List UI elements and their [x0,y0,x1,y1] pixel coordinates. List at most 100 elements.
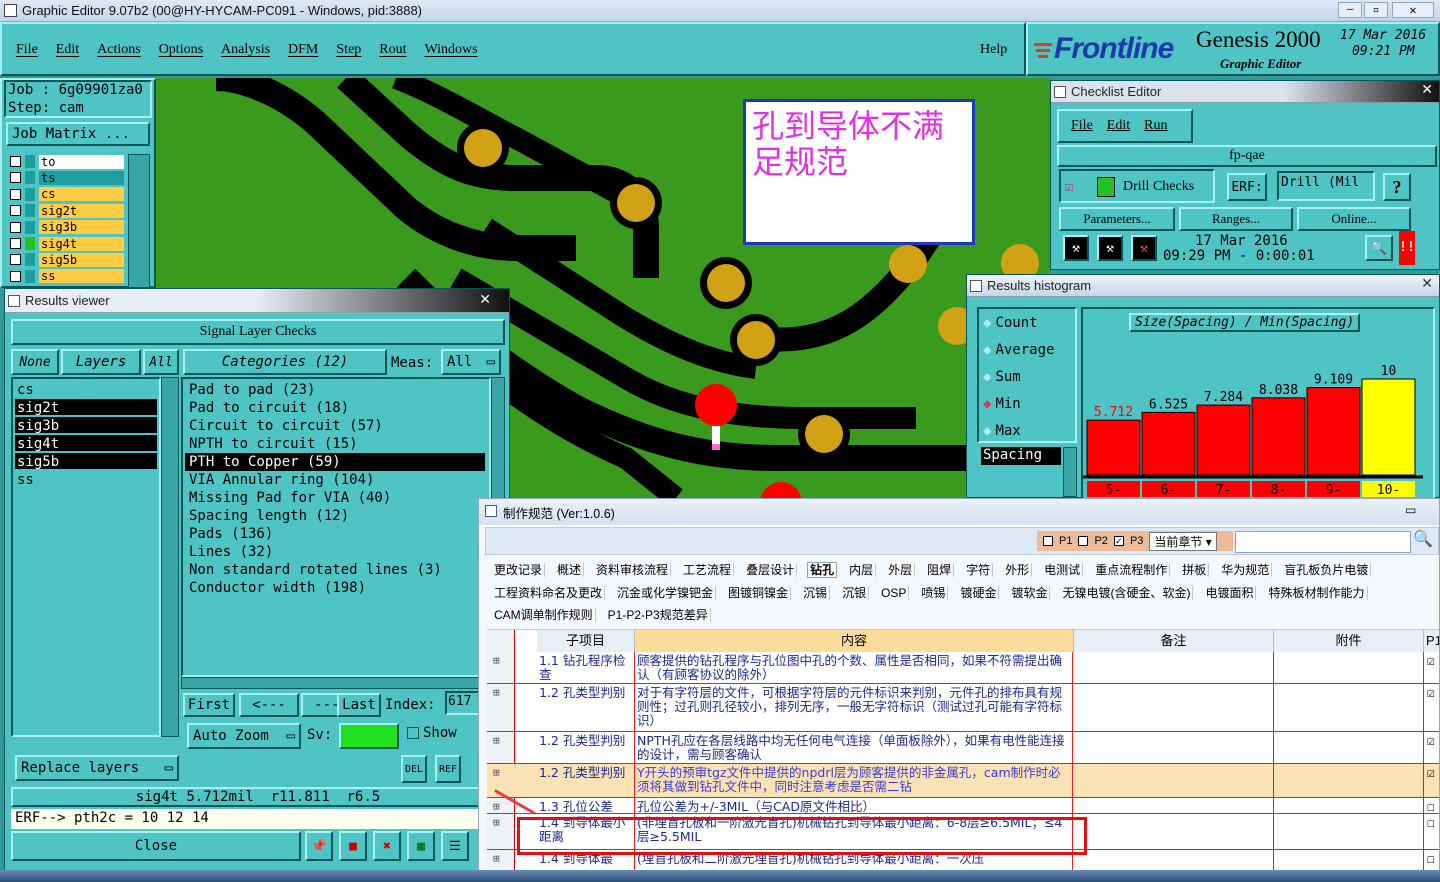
spec-tab[interactable]: 工艺流程 [681,563,735,577]
histogram-close-icon[interactable]: ✕ [1421,275,1433,292]
spec-tab[interactable]: 电镀面积 [1203,586,1257,600]
prev-button[interactable]: <--- [239,693,299,717]
spec-tab[interactable]: 图镀铜镍金 [726,586,792,600]
spec-tab[interactable]: 字符 [964,563,994,577]
meas-select[interactable]: All ▭ [441,349,501,375]
histogram-mode-sum[interactable]: ◆ Sum [983,369,1021,385]
spec-tab[interactable]: 外层 [886,563,916,577]
spec-tab[interactable]: 特殊板材制作能力 [1266,586,1368,600]
result-category-item[interactable]: Spacing length (12) [185,507,485,525]
layer-row-ts[interactable]: ts [6,170,124,185]
spec-tab[interactable]: P1-P2-P3规范差异 [605,608,711,622]
p3-checkbox[interactable]: ✓ [1113,536,1124,546]
result-category-item[interactable]: Pad to pad (23) [185,381,485,399]
run-icon[interactable]: ⚒ [1063,235,1089,261]
item-checkbox[interactable]: ☑ [1065,179,1073,195]
help-button[interactable]: ? [1383,173,1411,201]
layer-checkbox[interactable] [10,172,21,184]
zoom-icon[interactable]: 🔍 [1365,235,1393,261]
result-layer-item[interactable]: sig4t [15,435,157,452]
histogram-category[interactable]: Spacing [981,447,1061,465]
spec-row[interactable]: ⊞ 1.2 孔类型判别 对于有字符层的文件，可根据字符层的元件标识来判别，元件孔的排… [487,684,1439,732]
result-category-item[interactable]: Pads (136) [185,525,485,543]
spec-tab[interactable]: 无镍电镀(含硬金、软金) [1060,586,1194,600]
p1-row-checkbox[interactable]: ☑ [1427,686,1435,701]
spec-tab[interactable]: 拼板 [1180,563,1210,577]
report-icon[interactable]: ☰ [441,831,469,861]
layer-checkbox[interactable] [10,270,21,282]
parameters-button[interactable]: Parameters... [1059,207,1175,231]
expand-row-icon[interactable]: ⊞ [493,734,500,747]
spec-tab[interactable]: 盲孔板负片电镀 [1282,563,1372,577]
layer-row-ss[interactable]: ss [6,269,124,284]
spec-row[interactable]: ⊞ 1.2 孔类型判别 Y开头的预审tgz文件中提供的npdrl层为顾客提供的非金属… [487,764,1439,798]
layers-button[interactable]: Layers [61,349,141,375]
spec-tab[interactable]: 电测试 [1042,563,1084,577]
spec-tab[interactable]: 镀硬金 [958,586,1000,600]
job-matrix-button[interactable]: Job Matrix ... [6,122,150,146]
maximize-button[interactable]: ▫ [1364,2,1388,18]
spec-tab[interactable]: 沉金或化学镍钯金 [615,586,717,600]
spec-tab[interactable]: 镀软金 [1009,586,1051,600]
show-checkbox[interactable] [407,727,419,739]
menu-actions[interactable]: Actions [97,42,141,58]
spec-tab[interactable]: 概述 [555,563,585,577]
result-category-item[interactable]: Conductor width (198) [185,579,485,597]
layer-checkbox[interactable] [10,205,21,217]
result-category-item[interactable]: VIA Annular ring (104) [185,471,485,489]
spec-tab[interactable]: CAM调单制作规则 [492,608,596,622]
layer-row-sig2t[interactable]: sig2t [6,203,124,218]
spec-tab[interactable]: 沉银 [840,586,870,600]
layer-checkbox[interactable] [10,254,21,266]
spec-tab[interactable]: 叠层设计 [744,563,798,577]
layer-result-scrollbar[interactable] [161,377,179,737]
menu-windows[interactable]: Windows [425,42,478,58]
spec-tab[interactable]: 钻孔 [807,562,838,578]
spec-tab[interactable]: 资料审核流程 [594,563,672,577]
result-category-item[interactable]: Pad to circuit (18) [185,399,485,417]
record-icon[interactable]: ■ [339,831,367,861]
category-hscrollbar[interactable] [181,677,491,689]
auto-zoom-select[interactable]: Auto Zoom ▭ [187,723,301,749]
menu-dfm[interactable]: DFM [288,42,318,58]
export-icon[interactable]: ▦ [407,831,435,861]
none-button[interactable]: None [11,349,59,375]
expand-row-icon[interactable]: ⊞ [493,686,500,699]
online-button[interactable]: Online... [1297,207,1411,231]
first-button[interactable]: First [183,693,235,717]
expand-row-icon[interactable]: ⊞ [493,852,500,865]
expand-row-icon[interactable]: ⊞ [493,800,500,813]
layer-scrollbar[interactable] [128,154,150,288]
result-category-item[interactable]: Lines (32) [185,543,485,561]
result-category-item[interactable]: PTH to Copper (59) [185,453,485,471]
layer-row-to[interactable]: to [6,154,124,169]
layer-row-sig3b[interactable]: sig3b [6,220,124,235]
checklist-menu-run[interactable]: Run [1144,118,1167,134]
stop-run-icon[interactable]: ⚒ [1131,235,1157,261]
result-category-item[interactable]: Non standard rotated lines (3) [185,561,485,579]
expand-row-icon[interactable]: ⊞ [493,766,500,779]
close-window-button[interactable]: ✕ [1392,2,1434,18]
spec-row[interactable]: ⊞ 1.2 孔类型判别 NPTH孔应在各层线路中均无任何电气连接（单面板除外），如果… [487,732,1439,764]
checklist-item-name[interactable]: Drill Checks [1123,179,1194,195]
checklist-close-icon[interactable]: ✕ [1421,81,1433,98]
p1-row-checkbox[interactable]: ☐ [1427,800,1435,815]
p2-checkbox[interactable] [1078,536,1089,546]
p1-row-checkbox[interactable]: ☑ [1427,734,1435,749]
result-layer-item[interactable]: sig3b [15,417,157,434]
close-button[interactable]: Close [11,831,301,861]
layer-checkbox[interactable] [10,221,21,233]
index-field[interactable]: 617 [445,691,481,715]
menu-step[interactable]: Step [336,42,361,58]
p1-checkbox[interactable] [1043,536,1053,546]
p1-row-checkbox[interactable]: ☑ [1427,766,1435,781]
spec-tab[interactable]: OSP [879,586,910,600]
all-button[interactable]: All [143,349,179,375]
menu-edit[interactable]: Edit [56,42,79,58]
ref-button[interactable]: REF [435,755,461,783]
layer-checkbox[interactable] [10,156,21,167]
ref-remove-icon[interactable]: ✖ [373,831,401,861]
layer-row-sig5b[interactable]: sig5b [6,252,124,267]
spec-tab[interactable]: 沉锡 [801,586,831,600]
pin-icon[interactable]: 📌 [305,831,333,861]
